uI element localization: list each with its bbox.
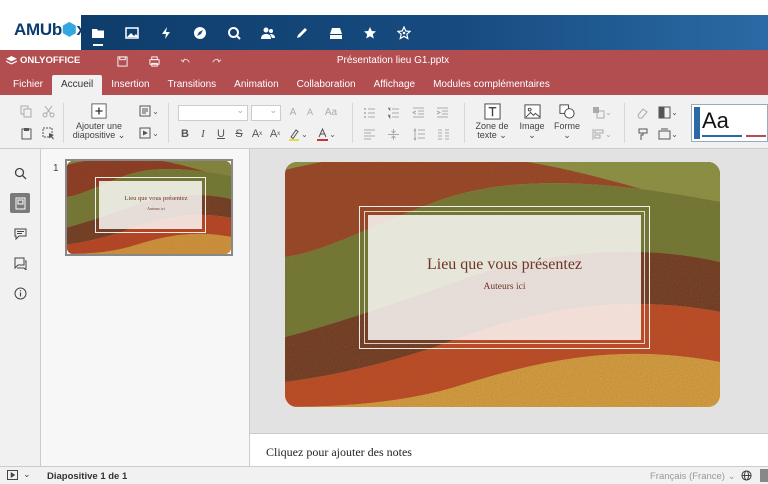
title-placeholder[interactable]	[368, 215, 641, 340]
text-box-button[interactable]: Zone de texte ⌄	[474, 100, 510, 140]
tab-insertion[interactable]: Insertion	[102, 75, 158, 95]
shape-icon	[556, 100, 578, 122]
tab-collaboration[interactable]: Collaboration	[288, 75, 365, 95]
highlight-color-icon[interactable]: ⌄	[286, 126, 310, 142]
image-icon[interactable]	[115, 15, 149, 50]
slide-thumbnails: 1 Lieu que vous présentez Auteurs ici	[41, 149, 250, 466]
thumbnail-title: Lieu que vous présentez	[124, 195, 188, 202]
bold-button[interactable]: B	[178, 126, 192, 142]
subscript-button[interactable]: Ax	[268, 126, 282, 142]
image-insert-icon	[521, 100, 543, 122]
image-button[interactable]: Image ⌄	[517, 100, 547, 140]
vertical-align-icon[interactable]	[384, 126, 402, 142]
increase-font-button[interactable]: A	[286, 104, 300, 120]
font-color-icon[interactable]: ⌄	[314, 126, 338, 142]
star-icon[interactable]	[353, 15, 387, 50]
home-toolbar: Ajouter une diapositive ⌄ ⌄ ⌄ A A Aa B I…	[0, 95, 768, 149]
add-slide-icon	[88, 100, 110, 122]
language-select[interactable]: Français (France) ⌄	[650, 471, 736, 482]
shape-button[interactable]: Forme ⌄	[552, 100, 582, 140]
layout-dropdown[interactable]: ⌄	[137, 103, 161, 119]
about-icon[interactable]	[10, 283, 30, 303]
change-case-button[interactable]: Aa	[320, 104, 342, 120]
font-family-select[interactable]	[178, 105, 248, 121]
pen-icon[interactable]	[285, 15, 319, 50]
notes-panel[interactable]: Cliquez pour ajouter des notes	[250, 433, 768, 466]
select-all-icon[interactable]	[40, 125, 56, 141]
tab-transitions[interactable]: Transitions	[159, 75, 226, 95]
folder-icon[interactable]	[81, 15, 115, 50]
align-shapes-icon[interactable]: ⌄	[590, 126, 614, 142]
paste-icon[interactable]	[18, 125, 34, 141]
superscript-button[interactable]: Ax	[250, 126, 264, 142]
comments-icon[interactable]	[10, 223, 30, 243]
slide-thumbnail[interactable]: Lieu que vous présentez Auteurs ici	[65, 159, 233, 256]
copy-style-icon[interactable]	[634, 126, 650, 142]
arrange-icon[interactable]: ⌄	[590, 104, 614, 120]
color-scheme-icon[interactable]: ⌄	[656, 104, 680, 120]
editor-header: ONLYOFFICE Présentation lieu G1.pptx	[0, 50, 768, 73]
left-sidebar	[0, 149, 41, 466]
document-title: Présentation lieu G1.pptx	[336, 55, 450, 66]
status-bar: ⌄ Diapositive 1 de 1 Français (France) ⌄	[0, 466, 768, 484]
bullets-icon[interactable]	[360, 104, 378, 120]
chat-icon[interactable]	[10, 253, 30, 273]
slide-title[interactable]: Lieu que vous présentez	[368, 256, 641, 274]
add-slide-button[interactable]: Ajouter une diapositive ⌄	[71, 100, 127, 140]
tab-fichier[interactable]: Fichier	[4, 75, 52, 95]
slide-size-icon[interactable]: ⌄	[656, 126, 680, 142]
columns-icon[interactable]	[434, 126, 452, 142]
theme-preview[interactable]: Aa	[691, 104, 768, 142]
menu-tabs: Fichier Accueil Insertion Transitions An…	[0, 73, 768, 95]
underline-button[interactable]: U	[214, 126, 228, 142]
slide-number: 1	[53, 163, 59, 174]
notes-placeholder[interactable]: Cliquez pour ajouter des notes	[266, 445, 412, 460]
play-dropdown-icon[interactable]: ⌄	[23, 469, 31, 480]
tab-modules[interactable]: Modules complémentaires	[424, 75, 559, 95]
portal-nav	[81, 15, 768, 50]
thumbnail-subtitle: Auteurs ici	[147, 206, 165, 211]
slides-panel-icon[interactable]	[10, 193, 30, 213]
increase-indent-icon[interactable]	[434, 104, 450, 120]
strikethrough-button[interactable]: S	[232, 126, 246, 142]
people-icon[interactable]	[251, 15, 285, 50]
spellcheck-globe-icon[interactable]	[741, 470, 752, 481]
compass-icon[interactable]	[183, 15, 217, 50]
slide-subtitle[interactable]: Auteurs ici	[368, 282, 641, 292]
search-icon[interactable]	[10, 163, 30, 183]
settings-star-icon[interactable]	[387, 15, 421, 50]
bolt-icon[interactable]	[149, 15, 183, 50]
decrease-indent-icon[interactable]	[410, 104, 426, 120]
slide-editor: Lieu que vous présentez Auteurs ici	[250, 149, 768, 433]
slide-counter[interactable]: Diapositive 1 de 1	[47, 471, 127, 482]
font-size-select[interactable]	[251, 105, 281, 121]
slide-canvas[interactable]: Lieu que vous présentez Auteurs ici	[285, 162, 720, 407]
clear-style-icon[interactable]	[634, 104, 650, 120]
cut-icon[interactable]	[40, 103, 56, 119]
tab-accueil[interactable]: Accueil	[52, 75, 103, 95]
zoom-control[interactable]	[760, 469, 768, 482]
drive-icon[interactable]	[319, 15, 353, 50]
play-slideshow-icon[interactable]	[7, 470, 18, 480]
text-box-icon	[481, 100, 503, 122]
align-left-icon[interactable]	[360, 126, 378, 142]
numbering-icon[interactable]	[384, 104, 402, 120]
decrease-font-button[interactable]: A	[303, 104, 317, 120]
search-icon[interactable]	[217, 15, 251, 50]
tab-animation[interactable]: Animation	[225, 75, 287, 95]
amu-logo[interactable]: AMUb⬢x	[14, 20, 86, 40]
tab-affichage[interactable]: Affichage	[365, 75, 425, 95]
slideshow-dropdown[interactable]: ⌄	[137, 125, 161, 141]
copy-icon[interactable]	[18, 103, 34, 119]
portal-bar: AMUb⬢x	[0, 0, 768, 50]
italic-button[interactable]: I	[196, 126, 210, 142]
line-spacing-icon[interactable]	[410, 126, 428, 142]
